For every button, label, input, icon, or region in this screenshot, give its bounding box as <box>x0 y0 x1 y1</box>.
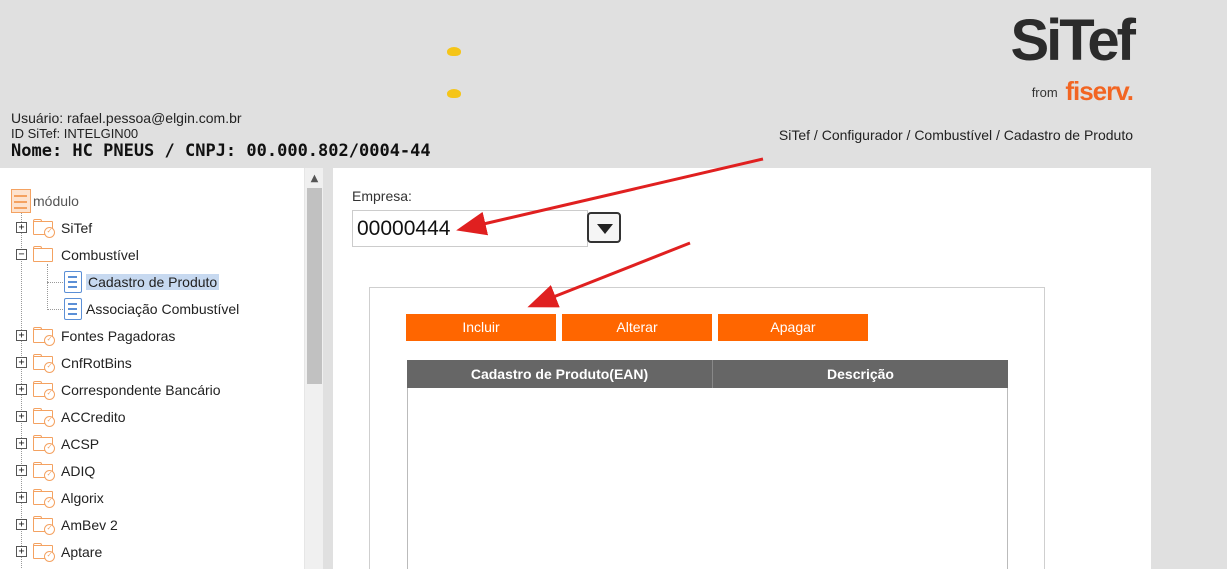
folder-icon: ✓ <box>31 352 57 374</box>
loading-indicator-bottom <box>447 89 461 98</box>
tree-item-adiq[interactable]: + ✓ ADIQ <box>16 457 95 484</box>
folder-icon: ✓ <box>31 406 57 428</box>
module-icon <box>11 188 31 213</box>
tree-connector <box>47 264 48 310</box>
tree-item-correspondente-bancario[interactable]: + ✓ Correspondente Bancário <box>16 376 221 403</box>
tree-item-label: Combustível <box>61 246 139 263</box>
tree-item-label: AmBev 2 <box>61 516 118 533</box>
sitef-logo: SiTef from fiserv. <box>983 8 1137 112</box>
folder-icon: ✓ <box>31 325 57 347</box>
expand-icon[interactable]: + <box>16 492 27 503</box>
tree-item-cadastro-produto[interactable]: Cadastro de Produto <box>64 268 220 295</box>
folder-icon: ✓ <box>31 514 57 536</box>
open-folder-icon <box>31 244 57 266</box>
grid-header: Cadastro de Produto(EAN) Descrição <box>407 360 1008 388</box>
tree-item-associacao-combustivel[interactable]: Associação Combustível <box>64 295 239 322</box>
tree-root[interactable]: módulo <box>11 187 79 214</box>
tree-connector <box>47 309 63 310</box>
tree-item-aptare[interactable]: + ✓ Aptare <box>16 538 102 565</box>
document-icon <box>64 270 82 293</box>
user-email: Usuário: rafael.pessoa@elgin.com.br <box>11 110 242 126</box>
company-name: Nome: HC PNEUS / CNPJ: 00.000.802/0004-4… <box>11 141 431 161</box>
folder-icon: ✓ <box>31 379 57 401</box>
tree-item-cnfrotbins[interactable]: + ✓ CnfRotBins <box>16 349 132 376</box>
tree-item-label: SiTef <box>61 219 93 236</box>
logo-from-text: from <box>1031 85 1058 100</box>
expand-icon[interactable]: + <box>16 519 27 530</box>
alterar-button[interactable]: Alterar <box>562 314 712 341</box>
tree-root-label: módulo <box>33 192 79 209</box>
produto-panel: Incluir Alterar Apagar Cadastro de Produ… <box>369 287 1045 569</box>
empresa-label: Empresa: <box>352 188 412 204</box>
expand-icon[interactable]: + <box>16 465 27 476</box>
chevron-down-icon[interactable] <box>587 212 621 243</box>
expand-icon[interactable]: + <box>16 384 27 395</box>
logo-sub: from fiserv. <box>983 76 1134 107</box>
sidebar: módulo + ✓ SiTef − Combustível Cadastro … <box>0 168 323 569</box>
breadcrumb: SiTef / Configurador / Combustível / Cad… <box>778 127 1133 143</box>
header: SiTef from fiserv. Usuário: rafael.pesso… <box>0 0 1227 168</box>
tree-item-acsp[interactable]: + ✓ ACSP <box>16 430 99 457</box>
tree-item-label: Cadastro de Produto <box>86 273 220 290</box>
sitef-id: ID SiTef: INTELGIN00 <box>11 126 139 141</box>
main-content: Empresa: 00000444 Incluir Alterar Apagar… <box>333 168 1151 569</box>
tree-connector <box>47 282 63 283</box>
folder-icon: ✓ <box>31 487 57 509</box>
folder-icon: ✓ <box>31 460 57 482</box>
logo-main-text: SiTef <box>1010 8 1137 73</box>
tree-item-label: ACSP <box>61 435 100 452</box>
tree-item-label: Algorix <box>61 489 104 506</box>
expand-icon[interactable]: + <box>16 411 27 422</box>
expand-icon[interactable]: + <box>16 546 27 557</box>
tree-item-ambev-2[interactable]: + ✓ AmBev 2 <box>16 511 118 538</box>
expand-icon[interactable]: + <box>16 438 27 449</box>
tree-item-label: CnfRotBins <box>61 354 132 371</box>
user-info: Usuário: rafael.pessoa@elgin.com.br ID S… <box>11 110 431 161</box>
tree-item-label: Fontes Pagadoras <box>61 327 176 344</box>
expand-icon[interactable]: + <box>16 330 27 341</box>
tree-item-sitef[interactable]: + ✓ SiTef <box>16 214 92 241</box>
collapse-icon[interactable]: − <box>16 249 27 260</box>
tree-item-label: ADIQ <box>61 462 96 479</box>
tree-item-combustivel[interactable]: − Combustível <box>16 241 139 268</box>
tree-item-accredito[interactable]: + ✓ ACCredito <box>16 403 126 430</box>
sidebar-scrollbar[interactable]: ▲ <box>304 168 323 569</box>
tree-item-label: Associação Combustível <box>86 300 240 317</box>
folder-icon: ✓ <box>31 541 57 563</box>
module-tree: módulo + ✓ SiTef − Combustível Cadastro … <box>0 168 304 569</box>
grid-body[interactable] <box>407 388 1008 569</box>
tree-item-label: ACCredito <box>61 408 126 425</box>
expand-icon[interactable]: + <box>16 222 27 233</box>
folder-icon: ✓ <box>31 217 57 239</box>
apagar-button[interactable]: Apagar <box>718 314 868 341</box>
document-icon <box>64 297 82 320</box>
incluir-button[interactable]: Incluir <box>406 314 556 341</box>
tree-item-algorix[interactable]: + ✓ Algorix <box>16 484 104 511</box>
scroll-up-icon[interactable]: ▲ <box>305 172 324 186</box>
column-header-ean[interactable]: Cadastro de Produto(EAN) <box>407 360 713 388</box>
tree-item-fontes-pagadoras[interactable]: + ✓ Fontes Pagadoras <box>16 322 175 349</box>
tree-item-label: Aptare <box>61 543 103 560</box>
fiserv-brand: fiserv. <box>1065 76 1134 106</box>
empresa-field[interactable]: 00000444 <box>352 210 588 247</box>
column-header-descricao[interactable]: Descrição <box>713 360 1008 388</box>
scroll-thumb[interactable] <box>307 188 322 384</box>
tree-item-label: Correspondente Bancário <box>61 381 221 398</box>
loading-indicator-top <box>447 47 461 56</box>
expand-icon[interactable]: + <box>16 357 27 368</box>
folder-icon: ✓ <box>31 433 57 455</box>
